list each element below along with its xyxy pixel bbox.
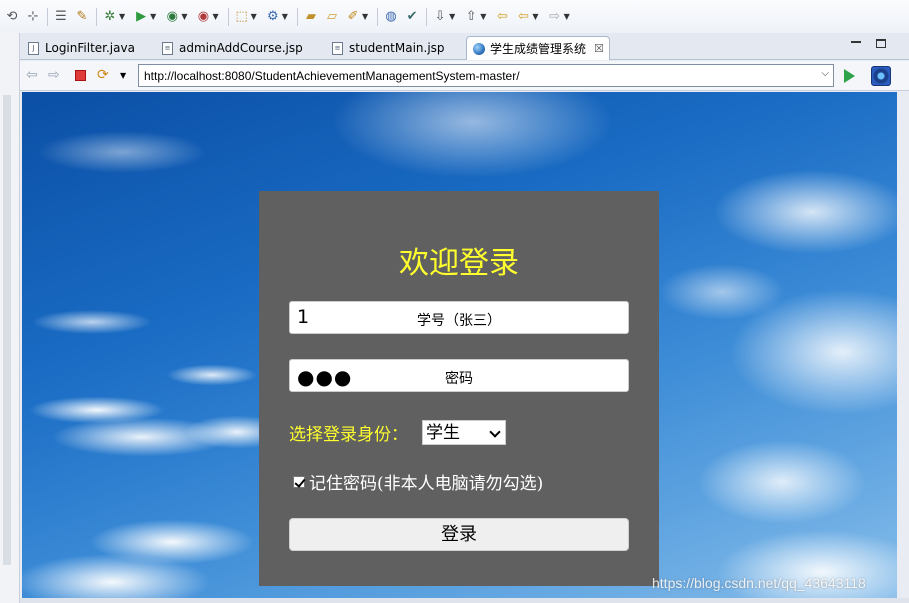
stop-icon[interactable] xyxy=(75,70,86,81)
login-button[interactable]: 登录 xyxy=(289,518,629,551)
left-gutter xyxy=(0,33,20,603)
toolbar-separator xyxy=(377,7,379,26)
browser-nav-bar: ⇦ ⇨ ⟳ ▼ http://localhost:8080/StudentAch… xyxy=(20,61,909,91)
bottom-scrollbar[interactable] xyxy=(20,598,909,603)
toolbar-separator xyxy=(47,7,48,26)
page-viewport: 欢迎登录 1 学号（张三） ●●● 密码 选择登录身份： 学生 记住密码(非本人… xyxy=(22,92,897,598)
forward-icon[interactable]: ⇨ xyxy=(545,7,565,27)
main-toolbar: ⟲ ⊹ ☰ ✎ ✲ ▼ ▶ ▼ ◉ ▼ ◉ ▼ ⬚ ▼ ⚙ ▼ ▰ ▱ ✐ ▼ … xyxy=(0,0,909,33)
toolbar-icon-1[interactable]: ⟲ xyxy=(2,7,22,27)
password-placeholder: 密码 xyxy=(445,371,473,387)
maximize-icon[interactable] xyxy=(876,39,886,48)
debug-dropdown-icon[interactable]: ▼ xyxy=(119,12,125,21)
eclipse-logo-icon[interactable] xyxy=(871,66,891,86)
back-icon[interactable]: ⇦ xyxy=(26,67,38,83)
role-selected-value: 学生 xyxy=(426,422,460,443)
toolbar-separator xyxy=(227,7,229,26)
login-title: 欢迎登录 xyxy=(399,246,519,281)
refresh-dropdown-icon[interactable]: ▼ xyxy=(120,71,126,80)
server-icon[interactable]: ⚙ xyxy=(263,7,283,27)
search-dropdown-icon[interactable]: ▼ xyxy=(362,12,368,21)
globe-icon xyxy=(473,42,485,55)
search-icon[interactable]: ✐ xyxy=(343,7,363,27)
open-type-icon[interactable]: ▰ xyxy=(301,7,321,27)
url-text: http://localhost:8080/StudentAchievement… xyxy=(144,68,520,83)
debug-icon[interactable]: ✲ xyxy=(100,7,120,27)
back-icon[interactable]: ⇦ xyxy=(513,7,533,27)
password-input[interactable]: ●●● 密码 xyxy=(289,359,629,392)
prev-annotation-icon[interactable]: ⇧ xyxy=(461,7,481,27)
tab-admin-add-course[interactable]: ≡ adminAddCourse.jsp xyxy=(156,36,316,60)
jsp-file-icon: ≡ xyxy=(162,41,173,55)
external-tools-dropdown-icon[interactable]: ▼ xyxy=(212,12,218,21)
tab-student-main[interactable]: ≡ studentMain.jsp xyxy=(326,36,466,60)
chevron-down-icon xyxy=(489,425,501,438)
external-tools-icon[interactable]: ◉ xyxy=(193,7,213,27)
task-icon[interactable]: ✔ xyxy=(402,7,422,27)
url-input[interactable]: http://localhost:8080/StudentAchievement… xyxy=(138,64,834,87)
prev-annotation-dropdown-icon[interactable]: ▼ xyxy=(480,12,486,21)
chevron-down-icon[interactable]: ⌵ xyxy=(821,68,829,79)
run-icon[interactable]: ▶ xyxy=(131,7,151,27)
back-dropdown-icon[interactable]: ▼ xyxy=(532,12,538,21)
tab-login-filter[interactable]: J LoginFilter.java xyxy=(22,36,150,60)
run-config-icon[interactable]: ◉ xyxy=(162,7,182,27)
jsp-file-icon: ≡ xyxy=(332,41,343,55)
server-dropdown-icon[interactable]: ▼ xyxy=(282,12,288,21)
new-wizard-icon[interactable]: ⬚ xyxy=(232,7,252,27)
editor-tab-bar: J LoginFilter.java ≡ adminAddCourse.jsp … xyxy=(20,33,909,60)
username-input[interactable]: 1 学号（张三） xyxy=(289,301,629,334)
forward-dropdown-icon[interactable]: ▼ xyxy=(564,12,570,21)
tab-browser[interactable]: 学生成绩管理系统 ☒ xyxy=(466,36,610,60)
close-icon[interactable]: ☒ xyxy=(594,42,604,55)
toolbar-icon-2[interactable]: ⊹ xyxy=(23,7,43,27)
go-icon[interactable] xyxy=(844,69,855,83)
new-wizard-dropdown-icon[interactable]: ▼ xyxy=(251,12,257,21)
toolbar-separator xyxy=(296,7,298,26)
tab-label: studentMain.jsp xyxy=(349,41,445,55)
toolbar-separator xyxy=(426,7,428,26)
login-panel: 欢迎登录 1 学号（张三） ●●● 密码 选择登录身份： 学生 记住密码(非本人… xyxy=(259,191,659,586)
tab-label: adminAddCourse.jsp xyxy=(179,41,303,55)
minimize-icon[interactable] xyxy=(851,41,861,43)
username-placeholder: 学号（张三） xyxy=(417,313,501,329)
role-select[interactable]: 学生 xyxy=(422,419,506,445)
toolbar-separator xyxy=(96,7,97,26)
java-file-icon: J xyxy=(28,41,39,55)
next-annotation-dropdown-icon[interactable]: ▼ xyxy=(449,12,455,21)
run-config-dropdown-icon[interactable]: ▼ xyxy=(181,12,187,21)
remember-label[interactable]: 记住密码(非本人电脑请勿勾选) xyxy=(309,469,543,494)
tab-label: LoginFilter.java xyxy=(45,41,135,55)
role-row: 选择登录身份： 学生 xyxy=(289,419,506,445)
remember-checkbox[interactable] xyxy=(293,475,305,488)
open-folder-icon[interactable]: ▱ xyxy=(322,7,342,27)
next-annotation-icon[interactable]: ⇩ xyxy=(430,7,450,27)
run-dropdown-icon[interactable]: ▼ xyxy=(150,12,156,21)
refresh-icon[interactable]: ⟳ xyxy=(97,67,109,83)
last-edit-icon[interactable]: ⇦ xyxy=(492,7,512,27)
format-icon[interactable]: ✎ xyxy=(72,7,92,27)
watermark: https://blog.csdn.net/qq_43643118 xyxy=(652,575,866,591)
left-scrollbar[interactable] xyxy=(3,95,11,565)
forward-icon[interactable]: ⇨ xyxy=(48,67,60,83)
globe-icon[interactable]: ◍ xyxy=(381,7,401,27)
role-label: 选择登录身份： xyxy=(289,424,408,445)
toolbar-icon-3[interactable]: ☰ xyxy=(51,7,71,27)
remember-row: 记住密码(非本人电脑请勿勾选) xyxy=(293,469,543,494)
tab-label: 学生成绩管理系统 xyxy=(490,42,587,56)
